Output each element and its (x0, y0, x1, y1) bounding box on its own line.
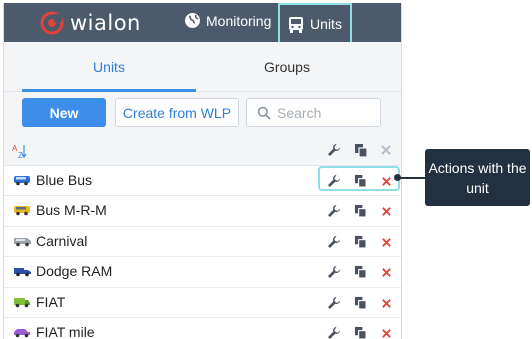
unit-copy-button[interactable] (354, 235, 367, 253)
search-field[interactable] (246, 98, 381, 127)
actions-callout: Actions with the unit (425, 149, 530, 206)
wrench-icon (328, 326, 340, 339)
copy-icon (355, 144, 368, 158)
bulk-settings-button[interactable] (327, 143, 341, 162)
unit-settings-button[interactable] (327, 235, 341, 254)
unit-settings-button[interactable] (327, 296, 341, 315)
wialon-logo-icon (40, 11, 64, 35)
unit-delete-button[interactable] (381, 296, 392, 314)
search-input[interactable] (277, 104, 372, 121)
callout-connector-dot (394, 174, 401, 181)
delete-icon (382, 329, 391, 338)
close-icon (381, 145, 391, 155)
toolbar: New Create from WLP (4, 92, 401, 137)
unit-settings-button[interactable] (327, 204, 341, 223)
top-navigation-bar: wialon Monitoring Units (4, 3, 401, 43)
unit-row-fiat[interactable]: FIAT (4, 287, 401, 318)
unit-copy-button[interactable] (354, 326, 367, 339)
delete-icon (382, 268, 391, 277)
unit-name: FIAT (36, 293, 66, 310)
copy-icon (354, 266, 367, 279)
unit-name: Carnival (36, 232, 88, 249)
nav-units-label: Units (310, 16, 342, 32)
copy-icon (354, 326, 367, 339)
actions-highlight (318, 166, 400, 191)
wrench-icon (328, 235, 340, 248)
list-header: A Z (4, 137, 401, 166)
tab-groups[interactable]: Groups (202, 42, 372, 91)
unit-row-fiat-mile[interactable]: FIAT mile (4, 317, 401, 339)
unit-delete-button[interactable] (381, 326, 392, 339)
unit-row-bus-m-r-m[interactable]: Bus M-R-M (4, 196, 401, 227)
new-unit-button[interactable]: New (22, 98, 106, 127)
nav-monitoring[interactable]: Monitoring (184, 12, 271, 29)
copy-icon (354, 205, 367, 218)
unit-delete-button[interactable] (381, 265, 392, 283)
delete-icon (382, 237, 391, 247)
delete-icon (382, 207, 391, 217)
unit-row-carnival[interactable]: Carnival (4, 226, 401, 258)
unit-name: Blue Bus (36, 172, 93, 188)
grey-van-icon (14, 237, 31, 247)
tab-bar: Units Groups (4, 42, 401, 92)
unit-delete-button[interactable] (381, 204, 392, 222)
bus-icon (289, 16, 304, 33)
sort-az-icon: A Z (12, 144, 27, 160)
delete-icon (382, 298, 391, 308)
callout-connector (397, 177, 425, 179)
wialon-logo[interactable]: wialon (40, 11, 141, 35)
bulk-delete-button[interactable] (380, 143, 392, 161)
unit-copy-button[interactable] (354, 265, 367, 283)
nav-units[interactable]: Units (278, 3, 352, 43)
unit-settings-button[interactable] (327, 265, 341, 284)
unit-name: Dodge RAM (36, 263, 113, 280)
units-panel: wialon Monitoring Units Units Groups New… (3, 3, 402, 339)
wrench-icon (328, 144, 340, 156)
bulk-copy-button[interactable] (354, 143, 368, 162)
copy-icon (354, 235, 367, 249)
tab-units[interactable]: Units (22, 42, 196, 92)
unit-copy-button[interactable] (354, 204, 367, 222)
green-truck-icon (14, 297, 30, 307)
purple-car-icon (14, 328, 30, 338)
unit-delete-button[interactable] (381, 235, 392, 253)
wrench-icon (328, 296, 340, 309)
search-icon (257, 106, 271, 120)
nav-monitoring-label: Monitoring (206, 12, 272, 29)
create-from-wlp-button[interactable]: Create from WLP (115, 98, 239, 127)
yellow-bus-icon (14, 206, 30, 216)
wrench-icon (328, 205, 340, 218)
unit-name: Bus M-R-M (36, 202, 107, 219)
brand-name: wialon (70, 11, 141, 35)
units-list: Blue Bus Bus M-R-M Carnival Dodge RAM FI… (4, 166, 401, 339)
unit-settings-button[interactable] (327, 326, 341, 339)
globe-icon (185, 13, 200, 28)
blue-bus-icon (14, 176, 30, 186)
unit-name: FIAT mile (36, 323, 95, 339)
unit-copy-button[interactable] (354, 296, 367, 314)
sort-az-button[interactable]: A Z (12, 143, 28, 164)
copy-icon (354, 296, 367, 310)
unit-row-dodge-ram[interactable]: Dodge RAM (4, 257, 401, 288)
blue-truck-icon (14, 268, 31, 277)
wrench-icon (328, 266, 340, 279)
